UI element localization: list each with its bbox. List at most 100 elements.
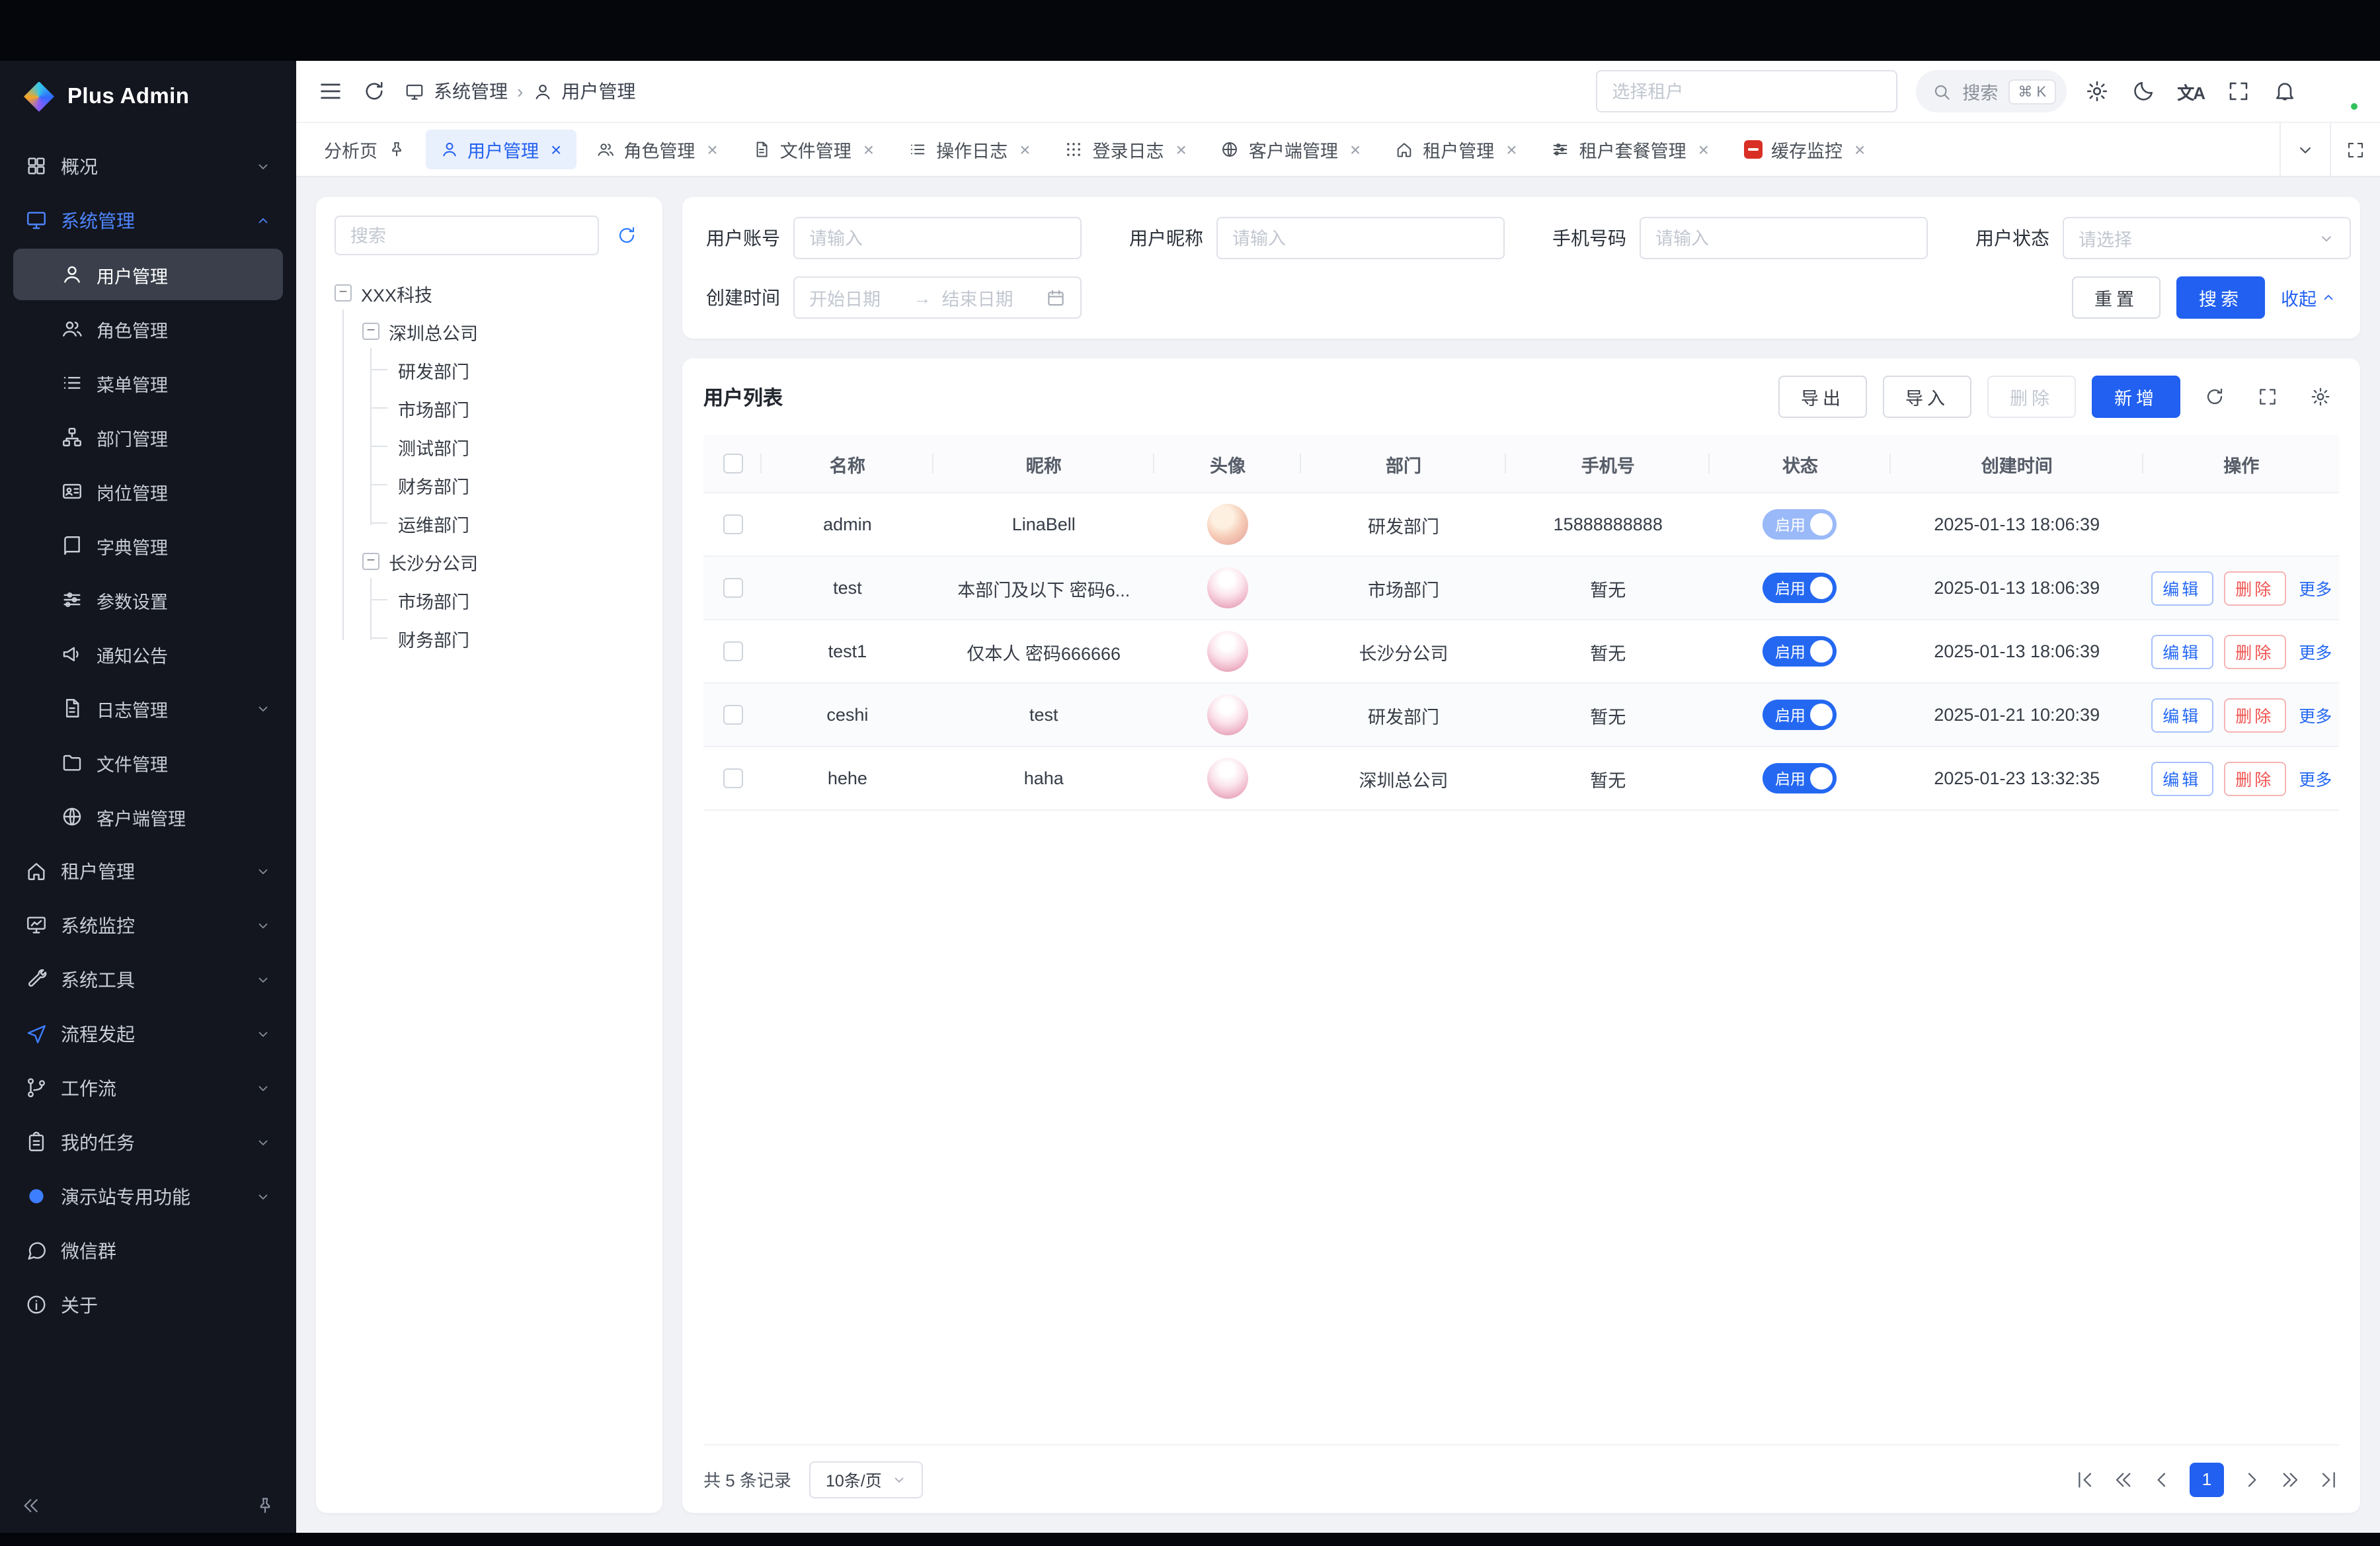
- pin-icon[interactable]: [387, 140, 405, 159]
- tree-node-department[interactable]: 测试部门: [390, 427, 644, 466]
- tenant-select-input[interactable]: [1612, 81, 1882, 101]
- pin-icon[interactable]: [255, 1495, 275, 1515]
- moon-icon[interactable]: [2131, 79, 2155, 103]
- sidebar-item-log-management[interactable]: 日志管理: [13, 682, 283, 734]
- sidebar-item-system-management[interactable]: 系统管理: [13, 194, 283, 246]
- close-icon[interactable]: ×: [1350, 140, 1361, 159]
- tree-node-department[interactable]: 市场部门: [390, 581, 644, 619]
- delete-row-button[interactable]: 删除: [2223, 634, 2285, 669]
- content-fullscreen-button[interactable]: [2330, 123, 2380, 176]
- tab-file-management[interactable]: 文件管理 ×: [738, 130, 889, 169]
- tree-node-department[interactable]: 财务部门: [390, 466, 644, 504]
- collapse-filters-link[interactable]: 收起: [2281, 284, 2336, 311]
- tab-list-dropdown-button[interactable]: [2280, 123, 2330, 176]
- more-button[interactable]: 更多: [2299, 575, 2332, 600]
- sidebar-item-user-management[interactable]: 用户管理: [13, 249, 283, 300]
- tab-cache-monitor[interactable]: 缓存监控 ×: [1729, 130, 1880, 169]
- column-header-avatar[interactable]: 头像: [1154, 435, 1302, 492]
- column-header-phone[interactable]: 手机号: [1506, 435, 1710, 492]
- next-page-button[interactable]: [2241, 1469, 2262, 1490]
- tenant-select[interactable]: [1596, 70, 1897, 112]
- tree-node-department[interactable]: 财务部门: [390, 619, 644, 657]
- created-date-range[interactable]: 开始日期 → 结束日期: [793, 276, 1082, 319]
- edit-button[interactable]: 编辑: [2151, 698, 2213, 732]
- table-row[interactable]: admin LinaBell 研发部门 15888888888 启用: [703, 493, 2339, 557]
- account-input[interactable]: [809, 228, 1066, 248]
- sidebar-item-post-management[interactable]: 岗位管理: [13, 466, 283, 517]
- delete-button[interactable]: 删除: [1987, 376, 2076, 418]
- table-row[interactable]: test 本部门及以下 密码6... 市场部门 暂无 启用: [703, 557, 2339, 620]
- status-toggle[interactable]: 启用: [1763, 573, 1837, 603]
- table-refresh-button[interactable]: [2196, 378, 2233, 415]
- tree-node-root[interactable]: − XXX科技: [335, 274, 644, 312]
- current-page[interactable]: 1: [2190, 1462, 2224, 1496]
- status-select[interactable]: 请选择: [2063, 217, 2351, 259]
- tree-search-input[interactable]: [350, 225, 583, 245]
- row-checkbox[interactable]: [723, 641, 742, 661]
- column-header-status[interactable]: 状态: [1710, 435, 1890, 492]
- status-toggle[interactable]: 启用: [1763, 636, 1837, 667]
- sidebar-item-workflow[interactable]: 工作流: [13, 1062, 283, 1114]
- close-icon[interactable]: ×: [1019, 140, 1030, 159]
- more-button[interactable]: 更多: [2299, 639, 2332, 664]
- sidebar-item-file-management[interactable]: 文件管理: [13, 737, 283, 788]
- column-header-department[interactable]: 部门: [1301, 435, 1505, 492]
- table-settings-button[interactable]: [2302, 378, 2339, 415]
- tree-node-department[interactable]: 运维部门: [390, 504, 644, 542]
- delete-row-button[interactable]: 删除: [2223, 761, 2285, 795]
- sidebar-item-parameter-settings[interactable]: 参数设置: [13, 574, 283, 626]
- more-button[interactable]: 更多: [2299, 702, 2332, 727]
- breadcrumb-item[interactable]: 用户管理: [561, 78, 635, 104]
- sidebar-item-overview[interactable]: 概况: [13, 140, 283, 192]
- collapse-node-icon[interactable]: −: [362, 553, 379, 570]
- sidebar-item-menu-management[interactable]: 菜单管理: [13, 357, 283, 409]
- tab-login-log[interactable]: 登录日志 ×: [1051, 130, 1201, 169]
- sidebar-item-process-initiation[interactable]: 流程发起: [13, 1008, 283, 1059]
- prev-chunk-button[interactable]: [2113, 1469, 2134, 1490]
- collapse-node-icon[interactable]: −: [335, 284, 352, 302]
- row-checkbox[interactable]: [723, 514, 742, 534]
- table-row[interactable]: test1 仅本人 密码666666 长沙分公司 暂无 启用: [703, 620, 2339, 684]
- close-icon[interactable]: ×: [1176, 140, 1187, 159]
- reset-button[interactable]: 重置: [2072, 276, 2161, 319]
- tab-tenant-management[interactable]: 租户管理 ×: [1380, 130, 1531, 169]
- sidebar-item-client-management[interactable]: 客户端管理: [13, 791, 283, 842]
- tab-role-management[interactable]: 角色管理 ×: [581, 130, 732, 169]
- sidebar-item-about[interactable]: 关于: [13, 1279, 283, 1330]
- close-icon[interactable]: ×: [863, 140, 874, 159]
- fullscreen-icon[interactable]: [2227, 79, 2250, 103]
- column-header-nickname[interactable]: 昵称: [933, 435, 1154, 492]
- tab-analysis[interactable]: 分析页: [309, 130, 420, 169]
- gear-icon[interactable]: [2084, 79, 2108, 103]
- close-icon[interactable]: ×: [1854, 140, 1865, 159]
- sidebar-item-system-monitor[interactable]: 系统监控: [13, 899, 283, 951]
- bell-icon[interactable]: [2273, 79, 2297, 103]
- status-toggle[interactable]: 启用: [1763, 763, 1837, 793]
- sidebar-item-tenant-management[interactable]: 租户管理: [13, 845, 283, 897]
- sidebar-item-notice[interactable]: 通知公告: [13, 628, 283, 680]
- global-search[interactable]: 搜索 ⌘ K: [1916, 70, 2066, 112]
- tab-client-management[interactable]: 客户端管理 ×: [1207, 130, 1375, 169]
- edit-button[interactable]: 编辑: [2151, 571, 2213, 605]
- hamburger-menu-icon[interactable]: [317, 78, 344, 104]
- breadcrumb-item[interactable]: 系统管理: [434, 78, 508, 104]
- select-all-checkbox[interactable]: [723, 454, 742, 473]
- phone-field[interactable]: [1640, 217, 1928, 259]
- delete-row-button[interactable]: 删除: [2223, 571, 2285, 605]
- add-button[interactable]: 新增: [2092, 376, 2180, 418]
- phone-input[interactable]: [1655, 228, 1912, 248]
- next-chunk-button[interactable]: [2280, 1469, 2301, 1490]
- search-button[interactable]: 搜索: [2176, 276, 2265, 319]
- row-checkbox[interactable]: [723, 705, 742, 725]
- sidebar-item-my-tasks[interactable]: 我的任务: [13, 1116, 283, 1168]
- collapse-node-icon[interactable]: −: [362, 323, 379, 340]
- tree-refresh-button[interactable]: [610, 218, 644, 253]
- last-page-button[interactable]: [2318, 1469, 2339, 1490]
- sidebar-item-wechat-group[interactable]: 微信群: [13, 1225, 283, 1276]
- delete-row-button[interactable]: 删除: [2223, 698, 2285, 732]
- close-icon[interactable]: ×: [707, 140, 717, 159]
- tree-node-department[interactable]: 市场部门: [390, 389, 644, 427]
- tab-user-management[interactable]: 用户管理 ×: [425, 130, 576, 169]
- close-icon[interactable]: ×: [1698, 140, 1709, 159]
- column-header-actions[interactable]: 操作: [2143, 435, 2339, 492]
